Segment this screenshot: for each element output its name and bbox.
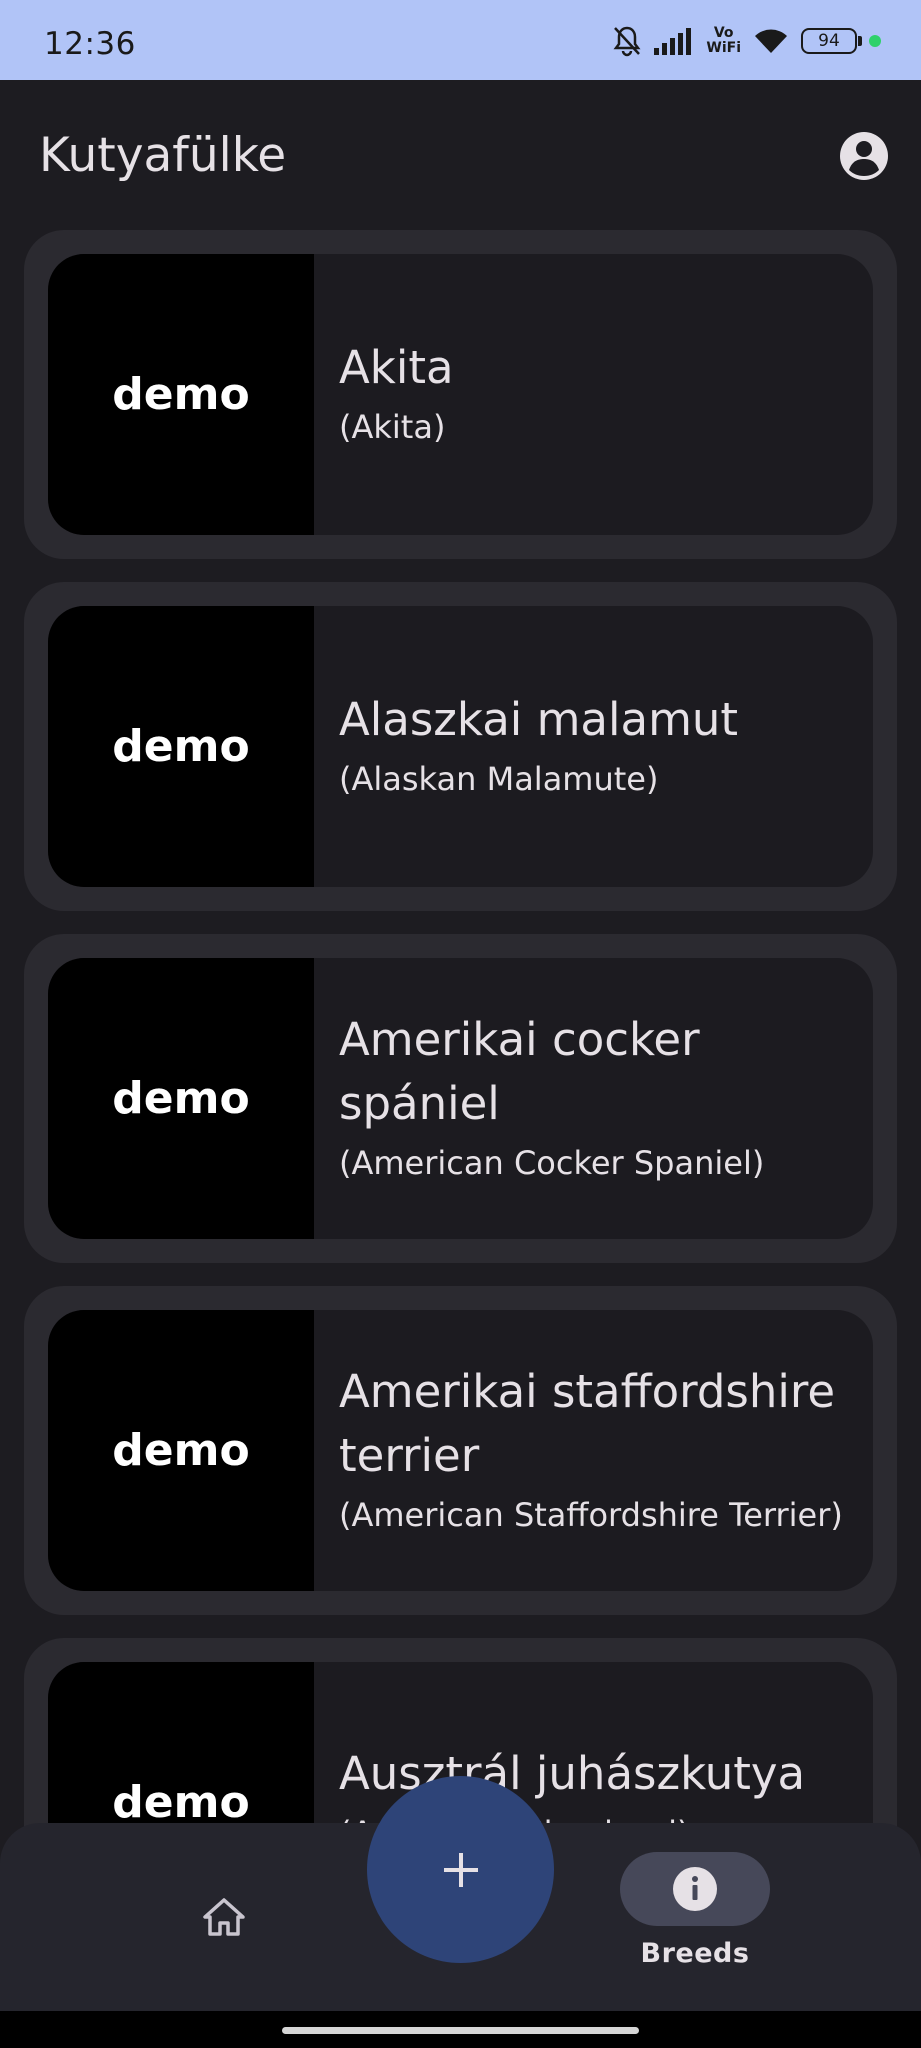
screen: 12:36 Vo WiFi 94 Kutyafülke demo Akita (… xyxy=(0,0,921,2048)
breed-text: Akita (Akita) xyxy=(314,254,873,535)
add-button[interactable] xyxy=(367,1776,554,1963)
breed-name: Alaszkai malamut xyxy=(339,692,739,746)
info-icon xyxy=(673,1867,717,1911)
breed-english-name: (American Cocker Spaniel) xyxy=(339,1143,765,1182)
thumbnail-label: demo xyxy=(112,1777,250,1828)
breed-text: Amerikai staffordshire terrier (American… xyxy=(314,1310,873,1591)
nav-breeds-label[interactable]: Breeds xyxy=(620,1938,770,1969)
breed-thumbnail: demo xyxy=(48,1310,314,1591)
breed-english-name: (Alaskan Malamute) xyxy=(339,759,659,798)
breed-card-content: demo Akita (Akita) xyxy=(48,254,873,535)
breed-list: demo Akita (Akita) demo Alaszkai malamut… xyxy=(24,230,897,1990)
vowifi-line1: Vo xyxy=(713,25,734,41)
nav-home-button[interactable] xyxy=(200,1893,248,1941)
breed-english-name: (American Staffordshire Terrier) xyxy=(339,1495,843,1534)
status-icons: Vo WiFi 94 xyxy=(612,24,881,58)
breed-card[interactable]: demo Alaszkai malamut (Alaskan Malamute) xyxy=(24,582,897,911)
nav-breeds-button[interactable] xyxy=(620,1852,770,1926)
vowifi-indicator: Vo WiFi xyxy=(706,26,741,56)
thumbnail-label: demo xyxy=(112,369,250,420)
status-bar: 12:36 Vo WiFi 94 xyxy=(0,0,921,80)
privacy-dot xyxy=(869,35,881,47)
account-circle-icon xyxy=(840,132,888,180)
status-time: 12:36 xyxy=(44,26,136,62)
breed-card-content: demo Amerikai cocker spániel (American C… xyxy=(48,958,873,1239)
breed-card[interactable]: demo Amerikai cocker spániel (American C… xyxy=(24,934,897,1263)
breed-card[interactable]: demo Amerikai staffordshire terrier (Ame… xyxy=(24,1286,897,1615)
breed-name: Amerikai staffordshire terrier xyxy=(339,1364,836,1482)
breed-thumbnail: demo xyxy=(48,254,314,535)
breed-card-content: demo Amerikai staffordshire terrier (Ame… xyxy=(48,1310,873,1591)
breed-card-content: demo Alaszkai malamut (Alaskan Malamute) xyxy=(48,606,873,887)
bell-off-icon xyxy=(613,26,641,57)
account-button[interactable] xyxy=(838,130,890,182)
breed-thumbnail: demo xyxy=(48,606,314,887)
breed-english-name: (Akita) xyxy=(339,407,446,446)
plus-icon xyxy=(443,1852,478,1887)
battery-indicator: 94 xyxy=(801,28,862,54)
page-title: Kutyafülke xyxy=(39,128,287,183)
battery-level: 94 xyxy=(818,31,840,51)
gesture-handle[interactable] xyxy=(282,2027,639,2034)
wifi-icon xyxy=(755,29,787,53)
breed-name: Amerikai cocker spániel xyxy=(339,1012,700,1130)
thumbnail-label: demo xyxy=(112,721,250,772)
home-icon xyxy=(203,1898,245,1936)
thumbnail-label: demo xyxy=(112,1425,250,1476)
breed-thumbnail: demo xyxy=(48,958,314,1239)
breed-card[interactable]: demo Akita (Akita) xyxy=(24,230,897,559)
vowifi-line2: WiFi xyxy=(706,40,741,56)
breed-text: Amerikai cocker spániel (American Cocker… xyxy=(314,958,873,1239)
breed-text: Alaszkai malamut (Alaskan Malamute) xyxy=(314,606,873,887)
breed-name: Akita xyxy=(339,340,454,394)
signal-icon xyxy=(654,28,692,55)
thumbnail-label: demo xyxy=(112,1073,250,1124)
